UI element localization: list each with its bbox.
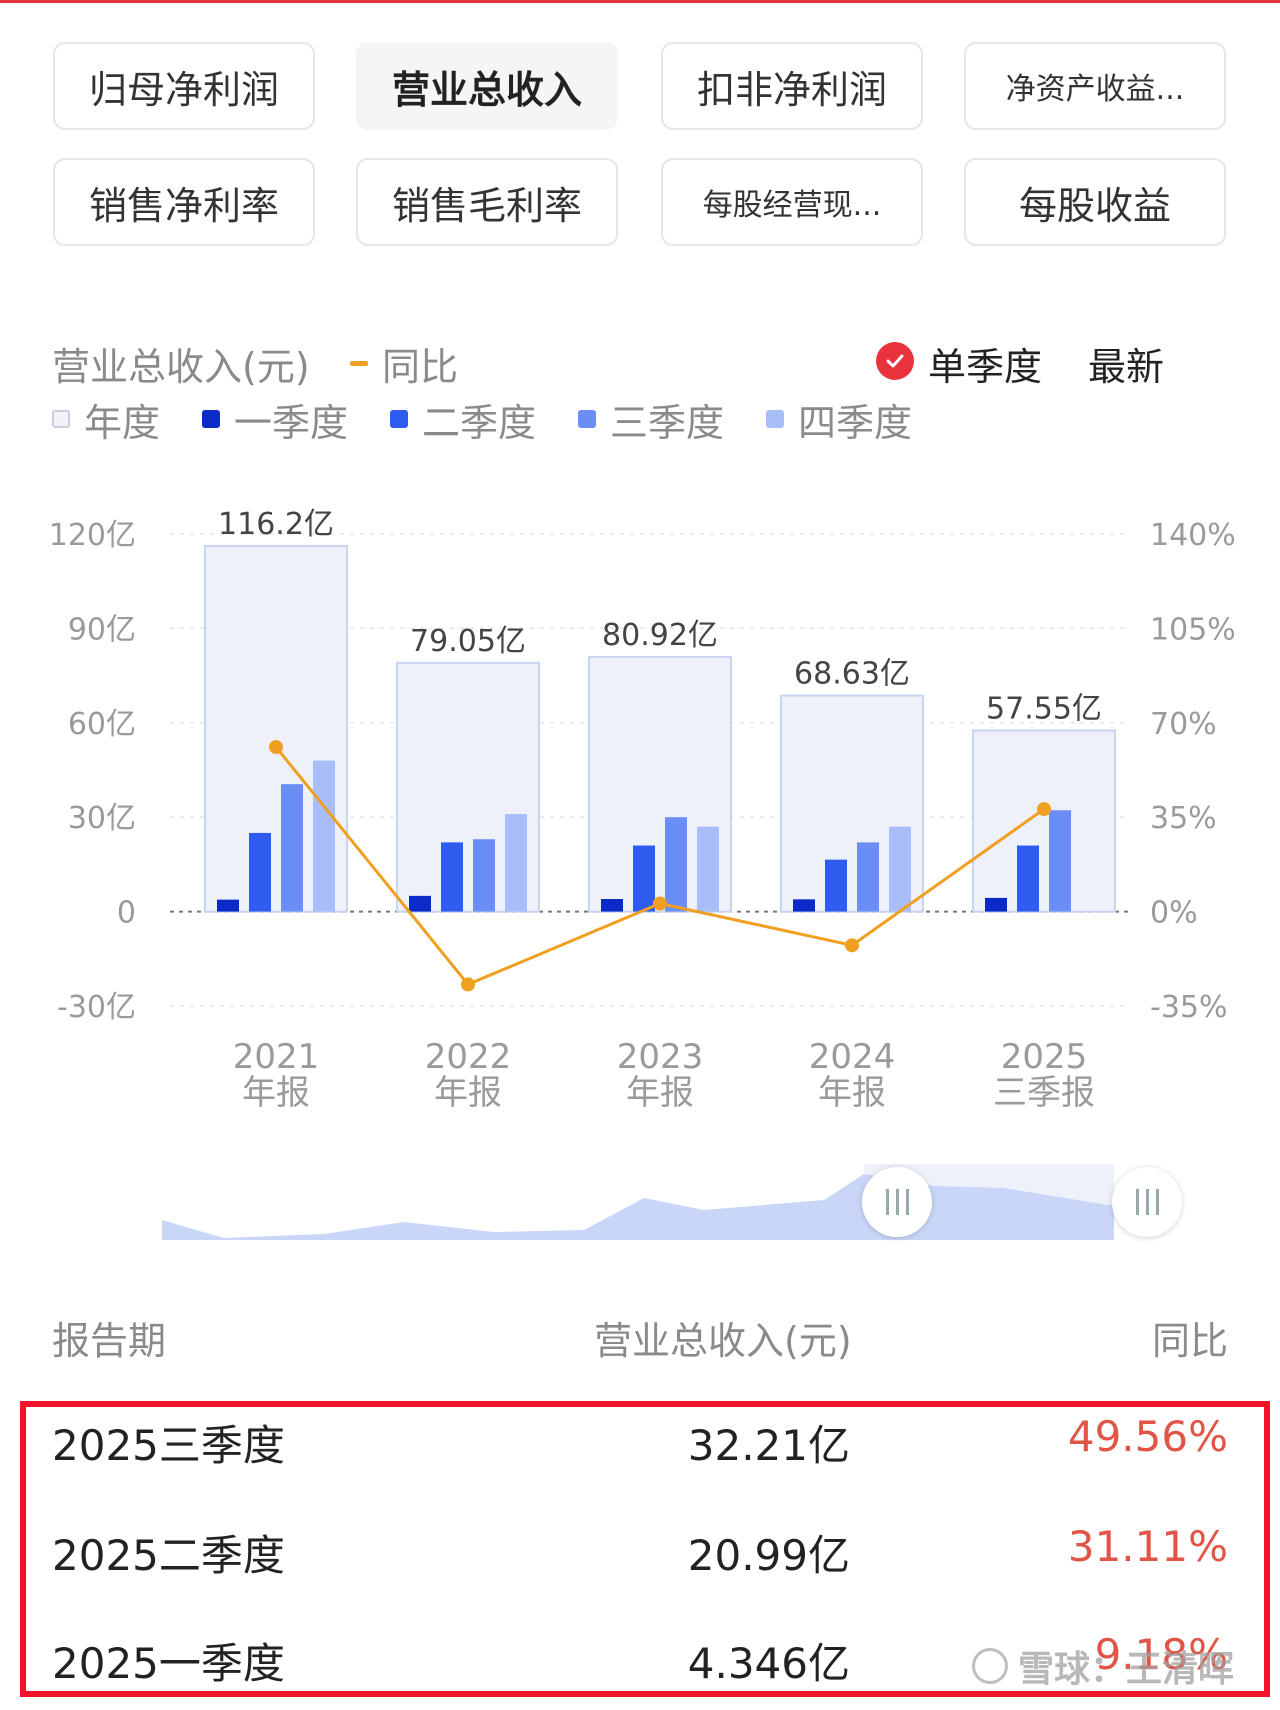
quarter-bar — [985, 897, 1007, 912]
legend-q2-swatch — [390, 410, 408, 428]
x-tick-label: 年报 — [818, 1073, 886, 1113]
y-right-tick-label: 140% — [1150, 518, 1236, 553]
table-header-revenue[interactable]: 营业总收入(元) — [594, 1310, 852, 1365]
legend-q3[interactable]: 三季度 — [578, 396, 724, 445]
quarter-bar — [633, 845, 655, 912]
x-tick-label: 2023 — [617, 1037, 704, 1077]
y-left-tick-label: 30亿 — [68, 801, 136, 836]
x-tick-label: 2022 — [425, 1037, 512, 1077]
revenue-chart[interactable]: 120亿 140% 90亿 105% 60亿 70% 30亿 35% 0 0% -30亿 -35% 11… — [0, 470, 1280, 1130]
row-period: 2025二季度 — [52, 1531, 285, 1580]
single-quarter-toggle[interactable]: 单季度 — [928, 336, 1042, 391]
yoy-point — [845, 938, 859, 953]
tab-deducted-net-profit[interactable]: 扣非净利润 — [661, 42, 923, 130]
annual-total-label: 80.92亿 — [602, 618, 718, 653]
x-tick-label: 年报 — [242, 1073, 310, 1113]
tab-eps[interactable]: 每股收益 — [964, 158, 1226, 246]
check-icon[interactable] — [876, 342, 914, 380]
watermark-logo-icon — [972, 1648, 1008, 1684]
quarter-bar — [825, 859, 847, 912]
x-tick-label: 年报 — [434, 1073, 502, 1113]
quarter-bar — [505, 814, 527, 912]
annual-total-label: 116.2亿 — [218, 507, 334, 542]
chart-title: 营业总收入(元) — [52, 345, 310, 389]
row-revenue: 20.99亿 — [687, 1531, 850, 1580]
tab-net-profit-parent[interactable]: 归母净利润 — [53, 42, 315, 130]
y-right-tick-label: 105% — [1150, 612, 1236, 647]
quarter-bar — [665, 817, 687, 912]
row-period: 2025三季度 — [52, 1421, 285, 1470]
tab-total-revenue[interactable]: 营业总收入 — [356, 42, 618, 130]
quarter-bar — [857, 842, 879, 912]
legend-annual-swatch — [52, 410, 70, 428]
yoy-point — [461, 977, 475, 992]
table-header-period[interactable]: 报告期 — [52, 1310, 166, 1365]
quarter-bar — [441, 842, 463, 912]
legend-q3-swatch — [578, 410, 596, 428]
slider-overview-area — [162, 1164, 1114, 1240]
yoy-point — [269, 740, 283, 755]
legend-q2[interactable]: 二季度 — [390, 396, 536, 445]
yoy-line-swatch — [350, 361, 368, 366]
row-revenue: 32.21亿 — [687, 1421, 850, 1470]
legend-q4[interactable]: 四季度 — [766, 396, 912, 445]
y-left-tick-label: 60亿 — [68, 707, 136, 742]
row-period: 2025一季度 — [52, 1639, 285, 1688]
annual-total-label: 79.05亿 — [410, 624, 526, 659]
tab-roe[interactable]: 净资产收益... — [964, 42, 1226, 130]
slider-left-handle[interactable] — [862, 1167, 932, 1237]
y-right-tick-label: 70% — [1150, 707, 1217, 742]
y-left-tick-label: 120亿 — [49, 518, 136, 553]
quarter-bar — [281, 784, 303, 912]
range-slider[interactable] — [124, 1160, 1182, 1244]
yoy-point — [1037, 802, 1051, 817]
quarter-bar — [473, 839, 495, 912]
quarter-bar — [697, 826, 719, 912]
annual-total-label: 68.63亿 — [794, 657, 910, 692]
tab-gross-margin[interactable]: 销售毛利率 — [356, 158, 618, 246]
latest-button[interactable]: 最新 — [1088, 336, 1164, 391]
y-right-tick-label: 35% — [1150, 801, 1217, 836]
tab-net-margin[interactable]: 销售净利率 — [53, 158, 315, 246]
quarter-bar — [249, 832, 271, 912]
yoy-legend-label[interactable]: 同比 — [382, 336, 458, 391]
table-header-yoy[interactable]: 同比 — [1152, 1310, 1228, 1365]
quarter-bar — [1049, 810, 1071, 912]
y-left-tick-label: 0 — [117, 896, 136, 931]
quarter-bar — [793, 899, 815, 912]
top-accent-line — [0, 0, 1280, 3]
quarter-bar — [217, 899, 239, 912]
watermark: 雪球：王清晖 — [972, 1640, 1234, 1692]
y-right-tick-label: -35% — [1150, 990, 1228, 1025]
row-yoy: 49.56% — [1067, 1412, 1228, 1461]
y-left-tick-label: -30亿 — [57, 990, 136, 1025]
quarter-bar — [889, 826, 911, 912]
x-tick-label: 2021 — [233, 1037, 320, 1077]
legend-q4-swatch — [766, 410, 784, 428]
slider-right-handle[interactable] — [1112, 1167, 1182, 1237]
quarter-bar — [313, 760, 335, 912]
quarter-bar — [601, 899, 623, 912]
legend-annual[interactable]: 年度 — [52, 396, 160, 445]
yoy-point — [653, 896, 667, 911]
annual-bar — [972, 729, 1116, 913]
y-right-tick-label: 0% — [1150, 896, 1198, 931]
x-tick-label: 2025 — [1001, 1037, 1088, 1077]
x-tick-label: 三季报 — [993, 1073, 1095, 1113]
row-revenue: 4.346亿 — [687, 1639, 850, 1688]
annual-total-label: 57.55亿 — [986, 692, 1102, 727]
quarter-bar — [1017, 845, 1039, 912]
y-left-tick-label: 90亿 — [68, 612, 136, 647]
quarter-bar — [409, 895, 431, 912]
legend-q1-swatch — [202, 410, 220, 428]
row-yoy: 31.11% — [1067, 1522, 1228, 1571]
x-tick-label: 年报 — [626, 1073, 694, 1113]
x-tick-label: 2024 — [809, 1037, 896, 1077]
legend-q1[interactable]: 一季度 — [202, 396, 348, 445]
tab-operating-cashflow-per-share[interactable]: 每股经营现... — [661, 158, 923, 246]
